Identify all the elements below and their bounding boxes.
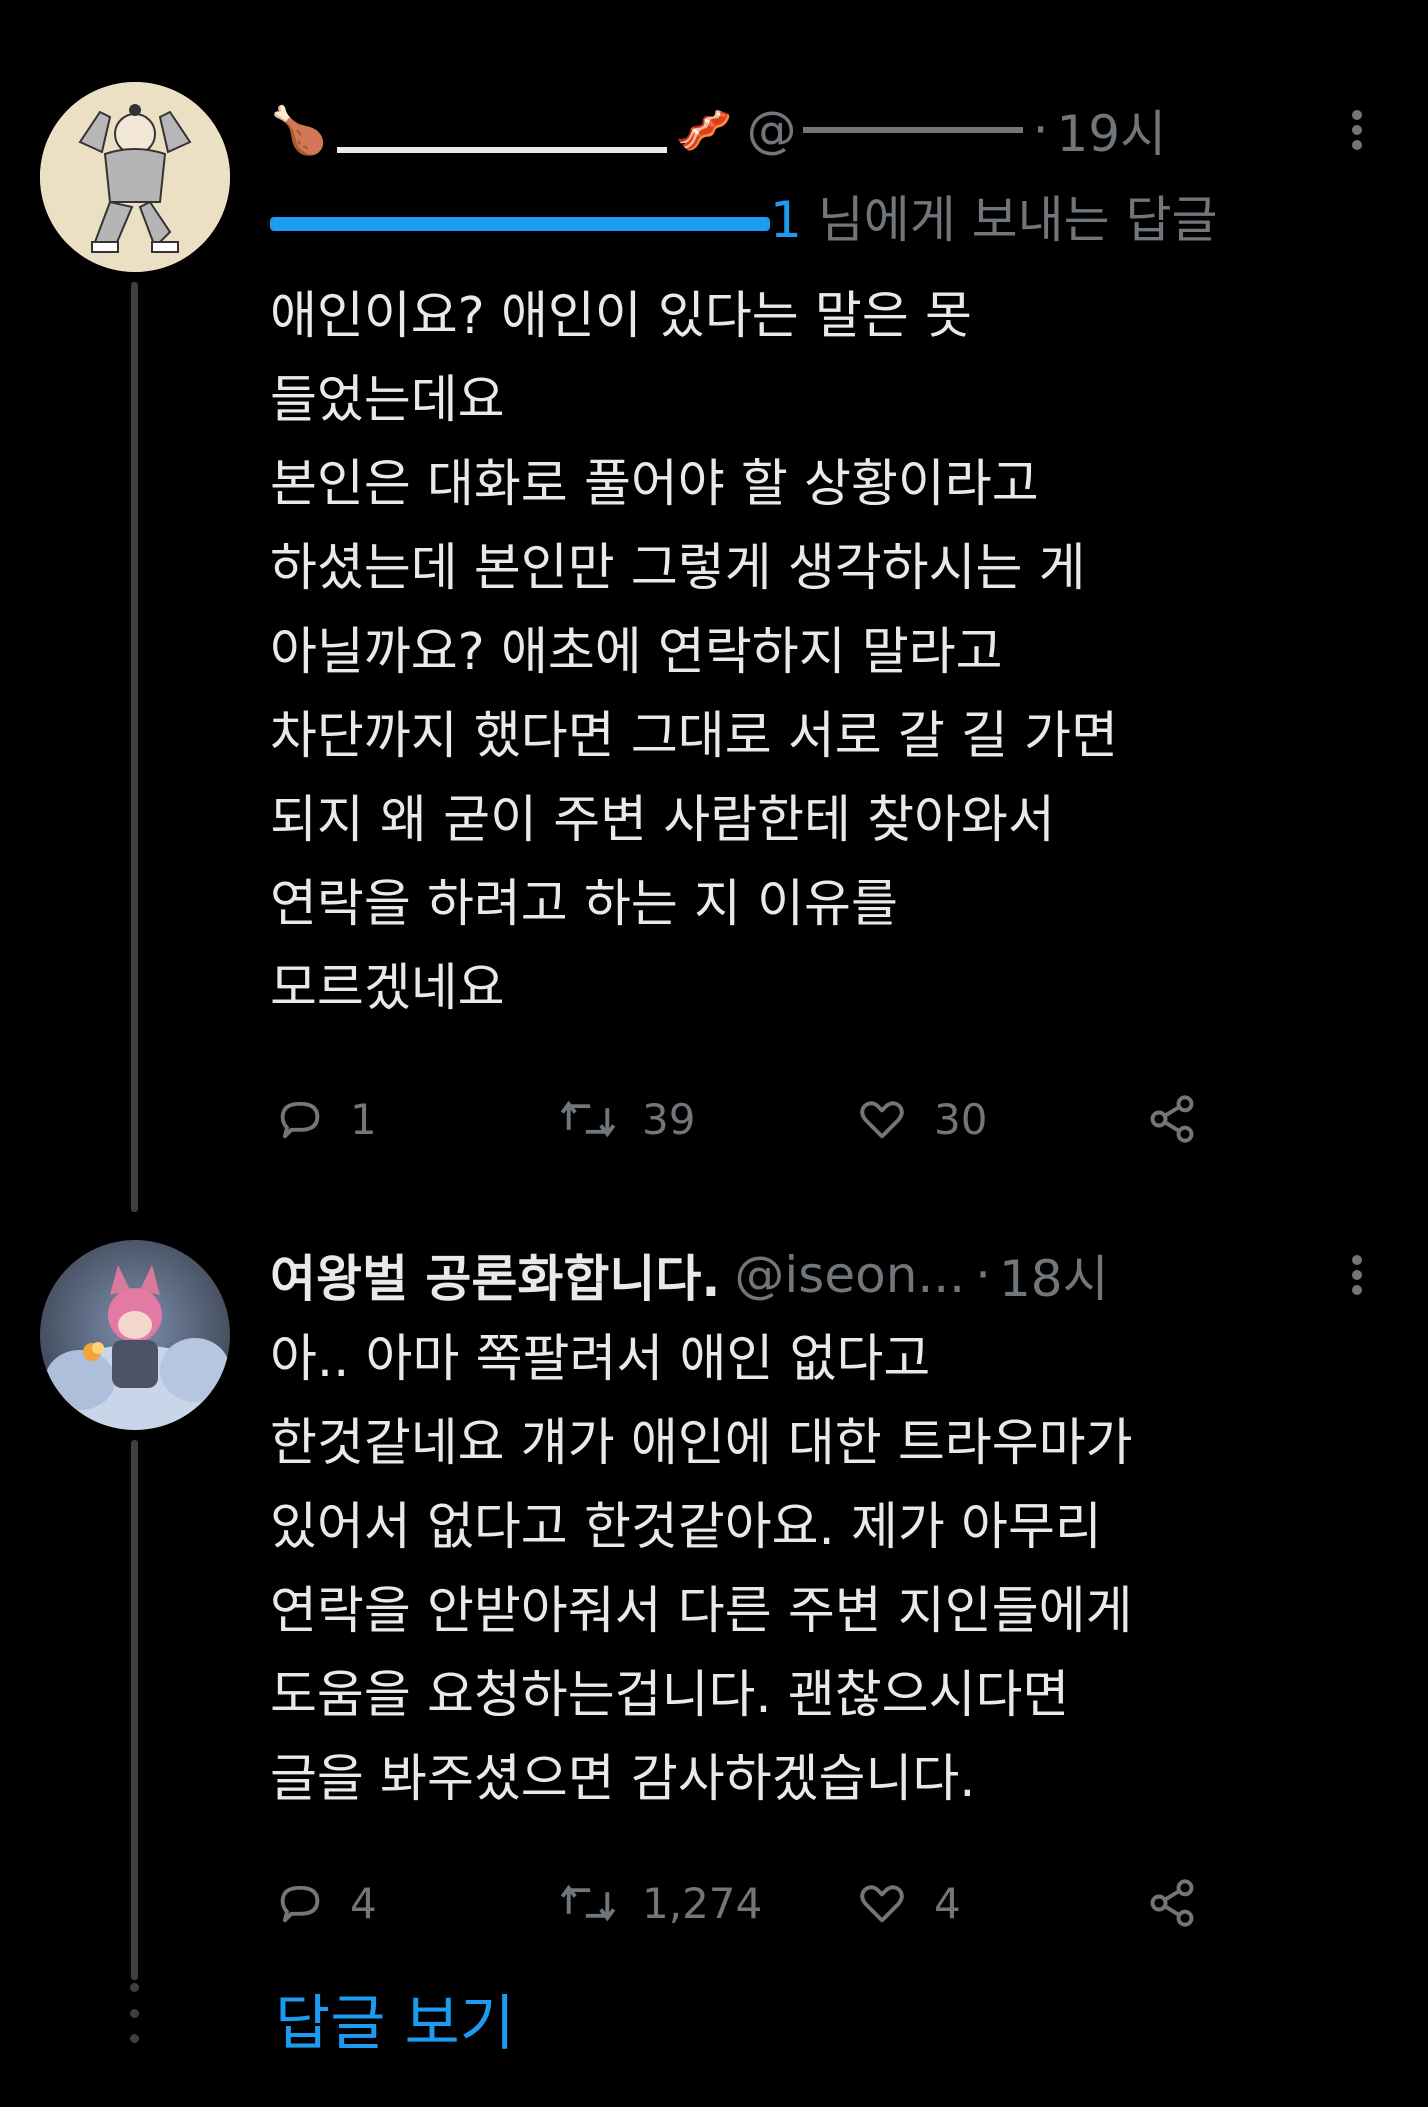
handle[interactable]: @ [747, 101, 797, 159]
tweet-actions: 4 1,274 4 [270, 1877, 1210, 1947]
reply-to-mention[interactable]: 1 [770, 191, 802, 249]
tweet-line: 본인은 대화로 풀어야 할 상황이라고 [270, 455, 1039, 514]
reply-button[interactable]: 4 [274, 1877, 377, 1929]
avatar[interactable] [40, 1240, 230, 1430]
more-options-icon[interactable] [1352, 1255, 1366, 1295]
retweet-icon [560, 1884, 616, 1922]
reply-count: 1 [350, 1094, 377, 1144]
like-button[interactable]: 30 [854, 1093, 987, 1145]
tweet-line: 아.. 아마 쪽팔려서 애인 없다고 [270, 1330, 931, 1389]
reply-to-line: 1 님에게 보내는 답글 [270, 180, 1218, 252]
tweet-line: 차단까지 했다면 그대로 서로 갈 길 가면 [270, 707, 1118, 766]
thread-continuation-dots [127, 1983, 141, 2043]
tweet-actions: 1 39 30 [270, 1093, 1210, 1163]
meat-emoji-icon: 🍗 [270, 102, 328, 157]
bacon-emoji-icon: 🥓 [675, 102, 733, 157]
like-button[interactable]: 4 [854, 1877, 961, 1929]
share-button[interactable] [1146, 1877, 1198, 1929]
reply-to-mention-obscured[interactable] [270, 216, 770, 231]
retweet-count: 39 [642, 1094, 696, 1144]
reply-count: 4 [350, 1878, 377, 1928]
tweet-header: 여왕벌 공론화합니다. @iseon... · 18시 [270, 1240, 1408, 1310]
tweet-line: 모르겠네요 [270, 959, 505, 1018]
display-name[interactable]: 여왕벌 공론화합니다. [270, 1239, 720, 1311]
retweet-button[interactable]: 39 [558, 1093, 695, 1145]
share-icon [1150, 1879, 1194, 1927]
retweet-count: 1,274 [642, 1878, 763, 1928]
tweet-line: 애인이요? 애인이 있다는 말은 못 [270, 287, 972, 346]
tweet-body: 애인이요? 애인이 있다는 말은 못 들었는데요 본인은 대화로 풀어야 할 상… [270, 275, 1400, 1031]
tweet-line: 글을 봐주셨으면 감사하겠습니다. [270, 1750, 976, 1809]
tweet-line: 연락을 하려고 하는 지 이유를 [270, 875, 898, 934]
avatar-illustration-icon [40, 82, 230, 272]
retweet-icon [560, 1100, 616, 1138]
tweet-line: 되지 왜 굳이 주변 사람한테 찾아와서 [270, 791, 1055, 850]
show-replies-link[interactable]: 답글 보기 [275, 1975, 515, 2062]
share-button[interactable] [1146, 1093, 1198, 1145]
tweet-header: 🍗 🥓 @ · 19시 [270, 95, 1408, 165]
reply-icon [280, 1101, 320, 1139]
separator-dot: · [1032, 101, 1049, 159]
handle-obscured [802, 127, 1023, 133]
more-options-icon[interactable] [1352, 110, 1366, 150]
reply-icon [280, 1885, 320, 1923]
tweet-line: 도움을 요청하는겁니다. 괜찮으시다면 [270, 1666, 1070, 1725]
thread-line [131, 1440, 138, 1980]
timestamp[interactable]: 19시 [1056, 94, 1166, 166]
like-count: 4 [934, 1878, 961, 1928]
retweet-button[interactable]: 1,274 [558, 1877, 762, 1929]
like-count: 30 [934, 1094, 988, 1144]
display-name[interactable] [337, 107, 668, 153]
heart-icon [860, 1885, 904, 1923]
thread-line [131, 282, 138, 1212]
timestamp[interactable]: 18시 [999, 1239, 1109, 1311]
share-icon [1150, 1095, 1194, 1143]
tweet-line: 한것같네요 걔가 애인에 대한 트라우마가 [270, 1414, 1133, 1473]
tweet-body: 아.. 아마 쪽팔려서 애인 없다고 한것같네요 걔가 애인에 대한 트라우마가… [270, 1318, 1400, 1822]
reply-button[interactable]: 1 [274, 1093, 377, 1145]
heart-icon [860, 1101, 904, 1139]
tweet-line: 아닐까요? 애초에 연락하지 말라고 [270, 623, 1003, 682]
tweet-line: 하셨는데 본인만 그렇게 생각하시는 게 [270, 539, 1086, 598]
tweet-line: 들었는데요 [270, 371, 505, 430]
tweet-line: 있어서 없다고 한것같아요. 제가 아무리 [270, 1498, 1102, 1557]
handle[interactable]: @iseon... [734, 1246, 965, 1304]
avatar-game-character-icon [40, 1240, 230, 1430]
separator-dot: · [975, 1246, 991, 1304]
reply-to-suffix: 님에게 보내는 답글 [801, 191, 1218, 249]
tweet-line: 연락을 안받아줘서 다른 주변 지인들에게 [270, 1582, 1133, 1641]
avatar[interactable] [40, 82, 230, 272]
